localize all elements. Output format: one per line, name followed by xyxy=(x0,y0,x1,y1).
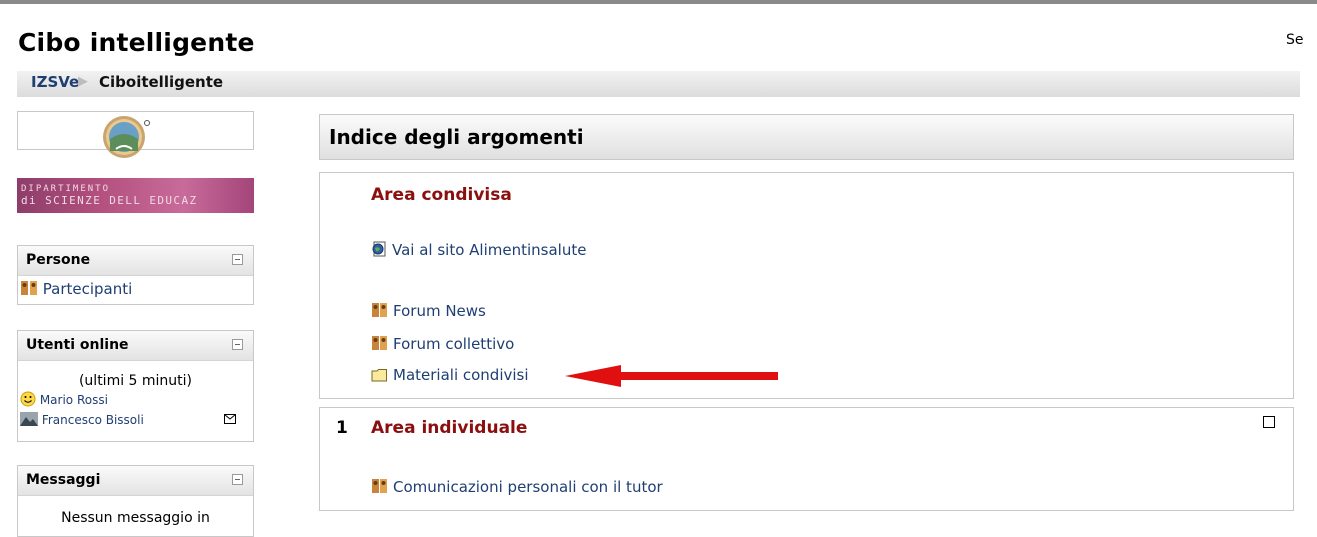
messaggi-title: Messaggi xyxy=(26,472,101,488)
topics-index-title: Indice degli argomenti xyxy=(329,125,584,149)
logo-block xyxy=(17,111,254,158)
people-icon xyxy=(21,281,37,295)
section-area-individuale: 1 Area individuale Comunicazioni persona… xyxy=(319,407,1294,511)
persone-block: Persone Partecipanti xyxy=(17,245,254,305)
utenti-online-block-header: Utenti online xyxy=(18,331,253,361)
activity-forum[interactable]: Forum collettivo xyxy=(371,335,514,353)
breadcrumb-arrow-icon: ▶ xyxy=(78,74,88,89)
online-user-name: Mario Rossi xyxy=(39,393,108,407)
persone-block-header: Persone xyxy=(18,246,253,276)
forum-icon xyxy=(372,479,387,493)
topics-index-header: Indice degli argomenti xyxy=(319,114,1294,160)
sidebar-item-label: Partecipanti xyxy=(42,280,133,298)
collapse-icon[interactable] xyxy=(232,474,243,485)
messaggi-block-header: Messaggi xyxy=(18,466,253,496)
department-banner[interactable]: DIPARTIMENTO di SCIENZE DELL EDUCAZ xyxy=(17,178,254,213)
sidebar-item-partecipanti[interactable]: Partecipanti xyxy=(20,280,132,298)
red-arrow-icon xyxy=(565,365,778,387)
section-number: 1 xyxy=(336,418,348,438)
utenti-online-block: Utenti online (ultimi 5 minuti) Mario Ro… xyxy=(17,330,254,442)
top-border xyxy=(0,0,1317,4)
breadcrumb-current: Ciboitelligente xyxy=(99,73,224,91)
activity-label: Materiali condivisi xyxy=(393,366,529,384)
activity-link[interactable]: Vai al sito Alimentinsalute xyxy=(371,241,586,259)
globe-page-icon xyxy=(372,241,386,257)
collapse-icon[interactable] xyxy=(232,339,243,350)
breadcrumb: IZSVe ▶ Ciboitelligente xyxy=(17,71,1300,97)
top-right-text[interactable]: Se xyxy=(1286,32,1304,48)
breadcrumb-root-link[interactable]: IZSVe xyxy=(31,71,79,93)
section-title: Area individuale xyxy=(371,418,528,438)
activity-folder[interactable]: Materiali condivisi xyxy=(371,366,529,384)
forum-icon xyxy=(372,336,387,350)
utenti-online-subtitle: (ultimi 5 minuti) xyxy=(78,373,193,389)
course-logo-icon xyxy=(103,116,150,158)
collapse-icon[interactable] xyxy=(232,254,243,265)
activity-label: Vai al sito Alimentinsalute xyxy=(392,241,587,259)
section-area-condivisa: Area condivisa Vai al sito Alimentinsalu… xyxy=(319,172,1294,399)
online-user-row[interactable]: Francesco Bissoli xyxy=(20,412,144,427)
activity-label: Forum News xyxy=(393,302,486,320)
utenti-online-title: Utenti online xyxy=(26,337,129,353)
photo-avatar-icon xyxy=(20,412,38,426)
smiley-avatar-icon xyxy=(20,391,36,407)
messaggi-block: Messaggi Nessun messaggio in xyxy=(17,465,254,537)
activity-label: Comunicazioni personali con il tutor xyxy=(393,478,663,496)
persone-title: Persone xyxy=(26,252,91,268)
dept-banner-line2: di SCIENZE DELL EDUCAZ xyxy=(21,194,198,207)
activity-label: Forum collettivo xyxy=(393,335,515,353)
activity-forum[interactable]: Comunicazioni personali con il tutor xyxy=(371,478,663,496)
folder-icon xyxy=(371,369,387,382)
envelope-icon[interactable] xyxy=(224,414,236,424)
activity-forum[interactable]: Forum News xyxy=(371,302,486,320)
highlight-section-checkbox[interactable] xyxy=(1263,416,1275,428)
online-user-name: Francesco Bissoli xyxy=(41,413,144,427)
section-title: Area condivisa xyxy=(371,185,512,205)
site-title: Cibo intelligente xyxy=(18,28,255,57)
forum-icon xyxy=(372,303,387,317)
online-user-row[interactable]: Mario Rossi xyxy=(20,391,108,407)
